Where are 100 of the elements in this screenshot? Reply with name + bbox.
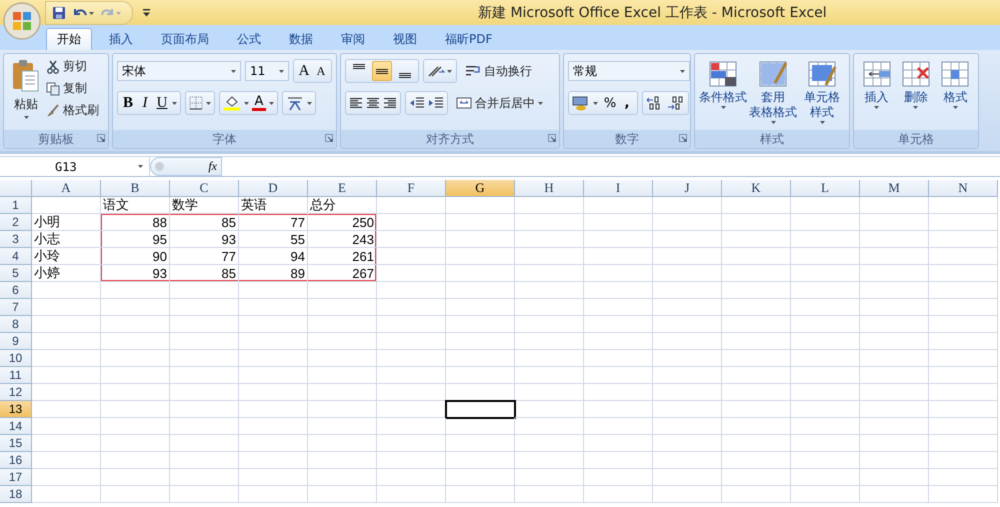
table-cell[interactable] (239, 418, 308, 435)
shrink-font-button[interactable]: A (314, 64, 328, 78)
table-cell[interactable] (929, 282, 998, 299)
table-cell[interactable] (584, 333, 653, 350)
row-header[interactable]: 13 (0, 401, 32, 418)
table-cell[interactable]: 55 (239, 231, 308, 248)
table-cell[interactable] (32, 350, 101, 367)
row-header[interactable]: 10 (0, 350, 32, 367)
table-cell[interactable] (101, 435, 170, 452)
table-cell[interactable] (653, 231, 722, 248)
table-cell[interactable] (101, 418, 170, 435)
column-header[interactable]: K (722, 180, 791, 197)
table-cell[interactable] (929, 350, 998, 367)
row-header[interactable]: 7 (0, 299, 32, 316)
italic-button[interactable]: I (138, 94, 152, 112)
table-cell[interactable] (584, 452, 653, 469)
number-format-dropdown[interactable]: 常规 (568, 61, 690, 81)
table-cell[interactable] (239, 299, 308, 316)
table-cell[interactable] (170, 435, 239, 452)
table-cell[interactable]: 77 (170, 248, 239, 265)
table-cell[interactable] (929, 333, 998, 350)
table-cell[interactable] (515, 367, 584, 384)
percent-button[interactable]: % (603, 96, 617, 110)
table-cell[interactable] (653, 282, 722, 299)
vertical-align-button[interactable] (372, 61, 392, 81)
table-cell[interactable] (722, 248, 791, 265)
table-cell[interactable]: 77 (239, 214, 308, 231)
table-cell[interactable] (860, 231, 929, 248)
table-cell[interactable] (584, 299, 653, 316)
table-cell[interactable] (515, 418, 584, 435)
table-cell[interactable] (791, 367, 860, 384)
table-cell[interactable] (653, 350, 722, 367)
table-cell[interactable] (791, 197, 860, 214)
table-cell[interactable] (170, 350, 239, 367)
row-header[interactable]: 4 (0, 248, 32, 265)
table-cell[interactable] (239, 333, 308, 350)
row-header[interactable]: 2 (0, 214, 32, 231)
table-cell[interactable] (722, 316, 791, 333)
table-cell[interactable]: 小婷 (32, 265, 101, 282)
table-cell[interactable] (377, 197, 446, 214)
table-cell[interactable] (308, 367, 377, 384)
table-cell[interactable] (929, 469, 998, 486)
table-cell[interactable] (101, 367, 170, 384)
table-cell[interactable] (446, 265, 515, 282)
ribbon-button[interactable]: 套用 表格格式 (749, 57, 797, 130)
table-cell[interactable] (929, 231, 998, 248)
table-cell[interactable] (791, 333, 860, 350)
table-cell[interactable] (377, 248, 446, 265)
table-cell[interactable] (791, 299, 860, 316)
table-cell[interactable] (653, 248, 722, 265)
table-cell[interactable] (170, 418, 239, 435)
table-cell[interactable] (722, 265, 791, 282)
table-cell[interactable] (446, 316, 515, 333)
table-cell[interactable] (860, 333, 929, 350)
table-cell[interactable] (584, 367, 653, 384)
table-cell[interactable] (860, 350, 929, 367)
row-header[interactable]: 5 (0, 265, 32, 282)
table-cell[interactable] (239, 282, 308, 299)
table-cell[interactable] (308, 435, 377, 452)
table-cell[interactable] (860, 214, 929, 231)
table-cell[interactable] (722, 214, 791, 231)
table-cell[interactable] (32, 282, 101, 299)
ribbon-button[interactable]: 格式 (936, 57, 974, 130)
table-cell[interactable] (308, 384, 377, 401)
table-cell[interactable] (308, 486, 377, 503)
name-box[interactable]: G13 (0, 157, 150, 176)
table-cell[interactable] (722, 418, 791, 435)
column-header[interactable]: E (308, 180, 377, 197)
row-header[interactable]: 11 (0, 367, 32, 384)
table-cell[interactable] (446, 418, 515, 435)
table-cell[interactable] (515, 401, 584, 418)
table-cell[interactable] (722, 401, 791, 418)
table-cell[interactable] (515, 350, 584, 367)
table-cell[interactable] (929, 418, 998, 435)
paste-button[interactable]: 粘贴 (8, 57, 44, 130)
table-cell[interactable] (377, 384, 446, 401)
insert-function-button[interactable]: fx (208, 159, 217, 174)
table-cell[interactable] (722, 282, 791, 299)
table-cell[interactable] (584, 316, 653, 333)
table-cell[interactable] (101, 452, 170, 469)
fill-color-icon[interactable] (223, 95, 241, 111)
table-cell[interactable] (239, 452, 308, 469)
table-cell[interactable] (791, 469, 860, 486)
row-header[interactable]: 8 (0, 316, 32, 333)
dialog-launcher-icon[interactable] (548, 134, 556, 142)
decrease-indent-icon[interactable] (409, 96, 425, 110)
table-cell[interactable] (860, 452, 929, 469)
table-cell[interactable] (515, 282, 584, 299)
table-cell[interactable] (929, 265, 998, 282)
table-cell[interactable]: 总分 (308, 197, 377, 214)
row-header[interactable]: 6 (0, 282, 32, 299)
table-cell[interactable]: 85 (170, 214, 239, 231)
horizontal-align-icon[interactable] (383, 97, 397, 109)
table-cell[interactable]: 261 (308, 248, 377, 265)
table-cell[interactable] (860, 367, 929, 384)
table-cell[interactable] (791, 265, 860, 282)
column-header[interactable]: F (377, 180, 446, 197)
table-cell[interactable] (515, 486, 584, 503)
column-header[interactable]: L (791, 180, 860, 197)
font-name-dropdown[interactable]: 宋体 (117, 61, 241, 81)
